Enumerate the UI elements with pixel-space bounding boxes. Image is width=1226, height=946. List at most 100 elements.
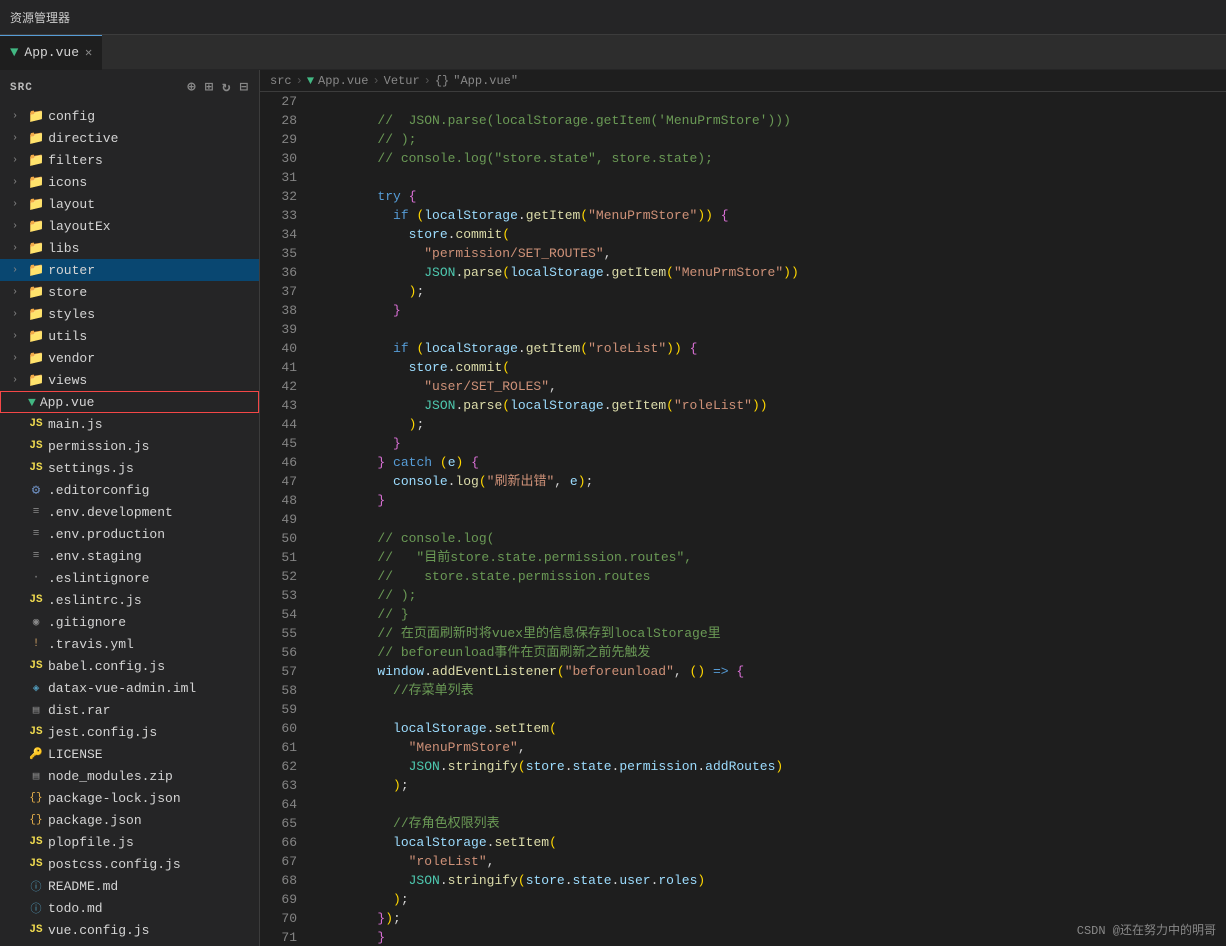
sidebar-item-plopfile-js[interactable]: › JS plopfile.js (0, 831, 259, 853)
sidebar-item-main-js[interactable]: › JS main.js (0, 413, 259, 435)
sidebar-item-label: store (48, 285, 87, 300)
git-icon: ◉ (28, 615, 44, 629)
sidebar-item-label: .gitignore (48, 615, 126, 630)
js-icon: JS (28, 858, 44, 870)
spacer: › (12, 771, 24, 782)
sidebar-item-yarn-error-log[interactable]: › ≡ yarn-error.log (0, 941, 259, 946)
sidebar-item-layout[interactable]: › 📁 layout (0, 193, 259, 215)
sidebar-item-icons[interactable]: › 📁 icons (0, 171, 259, 193)
js-icon: JS (28, 660, 44, 672)
sidebar-item-datax-vue-admin-iml[interactable]: › ◈ datax-vue-admin.iml (0, 677, 259, 699)
sidebar-item-gitignore[interactable]: › ◉ .gitignore (0, 611, 259, 633)
spacer: › (12, 749, 24, 760)
sidebar-item-postcss-config-js[interactable]: › JS postcss.config.js (0, 853, 259, 875)
top-bar-title: 资源管理器 (0, 9, 80, 26)
sidebar-item-license[interactable]: › 🔑 LICENSE (0, 743, 259, 765)
sidebar-item-eslintrc-js[interactable]: › JS .eslintrc.js (0, 589, 259, 611)
refresh-icon[interactable]: ↻ (222, 79, 231, 96)
env-icon: ≡ (28, 506, 44, 518)
spacer: › (12, 727, 24, 738)
sidebar-item-label: router (48, 263, 95, 278)
code-text: // JSON.parse(localStorage.getItem('Menu… (305, 92, 1226, 946)
sidebar-item-label: layout (48, 197, 95, 212)
spacer: › (12, 573, 24, 584)
sidebar-item-label: jest.config.js (48, 725, 157, 740)
sidebar-item-package-lock-json[interactable]: › {} package-lock.json (0, 787, 259, 809)
chevron-right-icon: › (12, 309, 24, 320)
sidebar-item-label: babel.config.js (48, 659, 165, 674)
sidebar-item-settings-js[interactable]: › JS settings.js (0, 457, 259, 479)
js-icon: JS (28, 836, 44, 848)
sidebar-item-label: .editorconfig (48, 483, 149, 498)
sidebar-item-config[interactable]: › 📁 config (0, 105, 259, 127)
code-editor[interactable]: 27282930 31323334 35363738 39404142 4344… (260, 92, 1226, 946)
sidebar-item-readme-md[interactable]: › ⓘ README.md (0, 875, 259, 897)
chevron-right-icon: › (12, 243, 24, 254)
sidebar-item-label: settings.js (48, 461, 134, 476)
tab-close-button[interactable]: ✕ (85, 45, 92, 60)
sidebar-item-editorconfig[interactable]: › ⚙ .editorconfig (0, 479, 259, 501)
breadcrumb-braces: {} (435, 74, 449, 88)
sidebar-item-babel-config-js[interactable]: › JS babel.config.js (0, 655, 259, 677)
sidebar-item-router[interactable]: › 📁 router (0, 259, 259, 281)
sidebar-item-travis-yml[interactable]: › ! .travis.yml (0, 633, 259, 655)
sidebar-item-utils[interactable]: › 📁 utils (0, 325, 259, 347)
sidebar-item-styles[interactable]: › 📁 styles (0, 303, 259, 325)
spacer: › (12, 617, 24, 628)
sidebar-item-node-modules-zip[interactable]: › ▤ node_modules.zip (0, 765, 259, 787)
collapse-icon[interactable]: ⊟ (240, 79, 249, 96)
spacer: › (12, 793, 24, 804)
config-icon: ⚙ (28, 482, 44, 499)
sidebar-item-jest-config-js[interactable]: › JS jest.config.js (0, 721, 259, 743)
env-icon: ≡ (28, 550, 44, 562)
sidebar-item-eslintignore[interactable]: › · .eslintignore (0, 567, 259, 589)
sidebar-item-label: README.md (48, 879, 118, 894)
tab-bar: ▼ App.vue ✕ (0, 35, 1226, 70)
sidebar-item-label: directive (48, 131, 118, 146)
sidebar-item-views[interactable]: › 📁 views (0, 369, 259, 391)
yaml-icon: ! (28, 638, 44, 650)
chevron-right-icon: › (12, 111, 24, 122)
sidebar-item-label: icons (48, 175, 87, 190)
chevron-right-icon: › (12, 133, 24, 144)
sidebar-item-env-production[interactable]: › ≡ .env.production (0, 523, 259, 545)
sidebar-item-filters[interactable]: › 📁 filters (0, 149, 259, 171)
new-folder-icon[interactable]: ⊞ (205, 79, 214, 96)
chevron-right-icon: › (12, 331, 24, 342)
spacer: › (12, 925, 24, 936)
sidebar-item-env-development[interactable]: › ≡ .env.development (0, 501, 259, 523)
chevron-right-icon: › (12, 265, 24, 276)
iml-icon: ◈ (28, 681, 44, 695)
breadcrumb: src › ▼ App.vue › Vetur › {} "App.vue" (260, 70, 1226, 92)
spacer: › (12, 441, 24, 452)
js-icon: JS (28, 462, 44, 474)
sidebar-item-libs[interactable]: › 📁 libs (0, 237, 259, 259)
sidebar-item-permission-js[interactable]: › JS permission.js (0, 435, 259, 457)
main-layout: src ⊕ ⊞ ↻ ⊟ › 📁 config › 📁 directive › 📁… (0, 70, 1226, 946)
spacer: › (12, 463, 24, 474)
sidebar-item-label: .travis.yml (48, 637, 134, 652)
js-icon: JS (28, 418, 44, 430)
js-icon: JS (28, 594, 44, 606)
vue-file-icon: ▼ (28, 395, 36, 410)
sidebar-item-todo-md[interactable]: › ⓘ todo.md (0, 897, 259, 919)
sidebar-item-vendor[interactable]: › 📁 vendor (0, 347, 259, 369)
breadcrumb-sep: › (296, 74, 303, 88)
sidebar-item-store[interactable]: › 📁 store (0, 281, 259, 303)
tab-app-vue[interactable]: ▼ App.vue ✕ (0, 35, 102, 70)
sidebar-item-env-staging[interactable]: › ≡ .env.staging (0, 545, 259, 567)
watermark: CSDN @还在努力中的明哥 (1077, 921, 1216, 938)
breadcrumb-vue-icon: ▼ (307, 74, 314, 88)
sidebar-item-label: datax-vue-admin.iml (48, 681, 196, 696)
sidebar-item-layoutEx[interactable]: › 📁 layoutEx (0, 215, 259, 237)
sidebar-item-label: views (48, 373, 87, 388)
sidebar-item-package-json[interactable]: › {} package.json (0, 809, 259, 831)
sidebar-item-vue-config-js[interactable]: › JS vue.config.js (0, 919, 259, 941)
sidebar-item-dist-rar[interactable]: › ▤ dist.rar (0, 699, 259, 721)
folder-icon: 📁 (28, 307, 44, 322)
sidebar-item-app-vue[interactable]: › ▼ App.vue (0, 391, 259, 413)
sidebar-item-directive[interactable]: › 📁 directive (0, 127, 259, 149)
new-file-icon[interactable]: ⊕ (187, 79, 196, 96)
spacer: › (12, 419, 24, 430)
top-bar: 资源管理器 (0, 0, 1226, 35)
